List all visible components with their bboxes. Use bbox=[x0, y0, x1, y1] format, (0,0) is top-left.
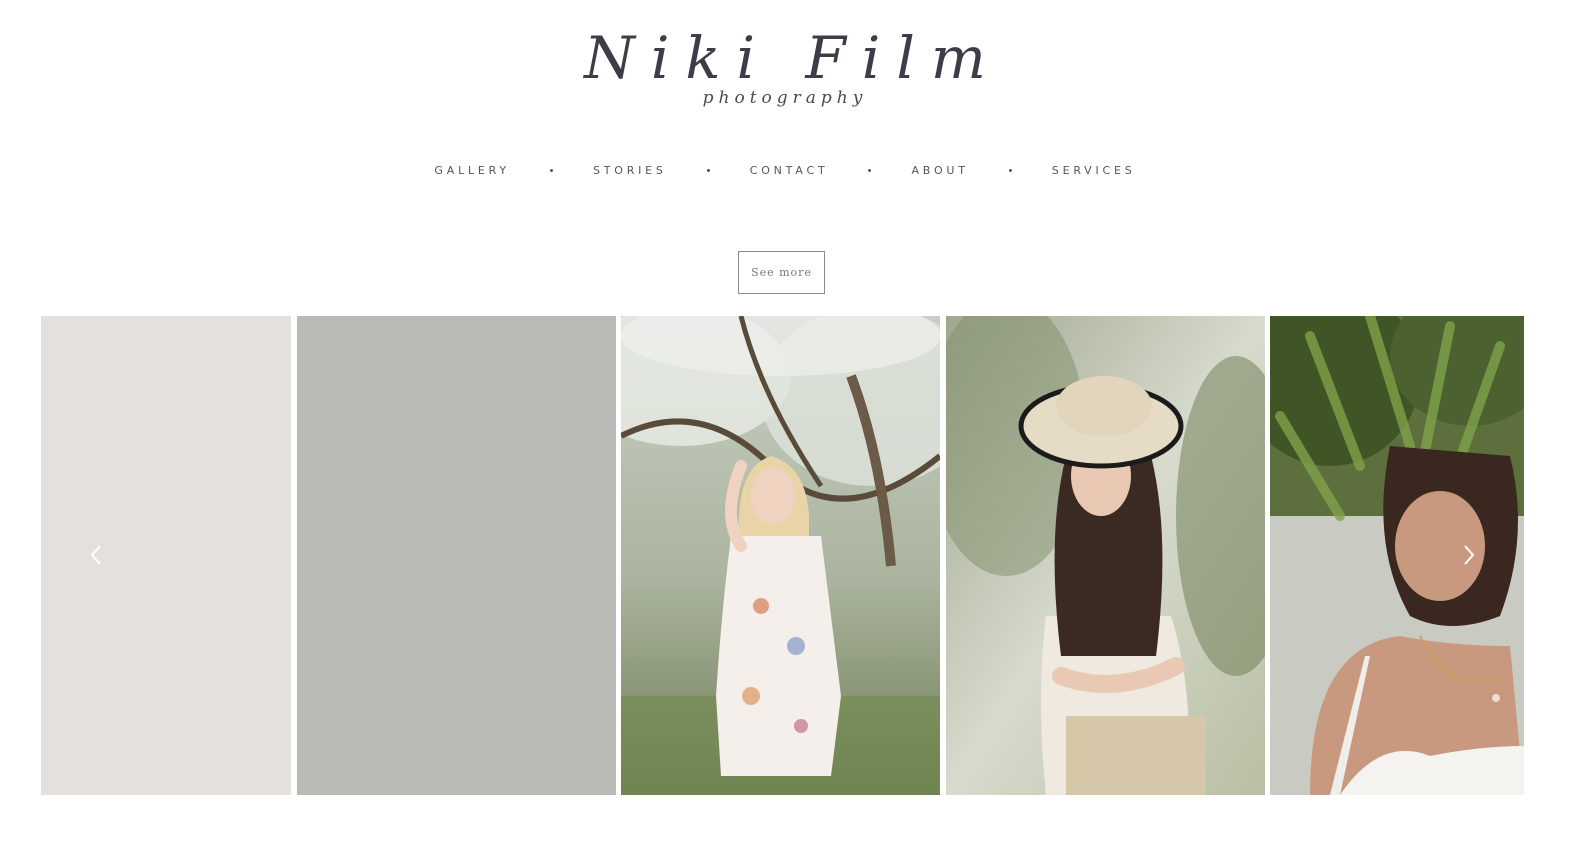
logo-subtitle: photography bbox=[702, 88, 868, 108]
chevron-left-icon bbox=[90, 545, 101, 565]
gallery-slide-2[interactable] bbox=[297, 316, 616, 795]
chevron-right-icon bbox=[1464, 545, 1475, 565]
photo-woman-green-leaves bbox=[1270, 316, 1524, 795]
nav-item-stories[interactable]: STORIES bbox=[593, 164, 667, 177]
site-logo[interactable]: Niki Film photography bbox=[0, 18, 1570, 108]
nav-item-contact[interactable]: CONTACT bbox=[750, 164, 829, 177]
see-more-button[interactable]: See more bbox=[738, 251, 825, 294]
gallery-slide-5[interactable] bbox=[1270, 316, 1524, 795]
nav-item-gallery[interactable]: GALLERY bbox=[434, 164, 510, 177]
gallery-slide-1[interactable] bbox=[41, 316, 291, 795]
nav-separator bbox=[706, 169, 710, 172]
gallery-carousel bbox=[41, 316, 1524, 795]
gallery-slide-4[interactable] bbox=[946, 316, 1265, 795]
nav-item-about[interactable]: ABOUT bbox=[911, 164, 968, 177]
nav-separator bbox=[549, 169, 553, 172]
nav-separator bbox=[868, 169, 872, 172]
main-nav: GALLERY STORIES CONTACT ABOUT SERVICES bbox=[0, 164, 1570, 177]
carousel-next-button[interactable] bbox=[1457, 543, 1481, 567]
carousel-prev-button[interactable] bbox=[84, 543, 108, 567]
photo-woman-blossom-tree bbox=[621, 316, 940, 795]
gallery-slide-3[interactable] bbox=[621, 316, 940, 795]
nav-item-services[interactable]: SERVICES bbox=[1052, 164, 1136, 177]
nav-separator bbox=[1008, 169, 1012, 172]
logo-title: Niki Film bbox=[584, 24, 1002, 92]
photo-woman-straw-hat bbox=[946, 316, 1265, 795]
